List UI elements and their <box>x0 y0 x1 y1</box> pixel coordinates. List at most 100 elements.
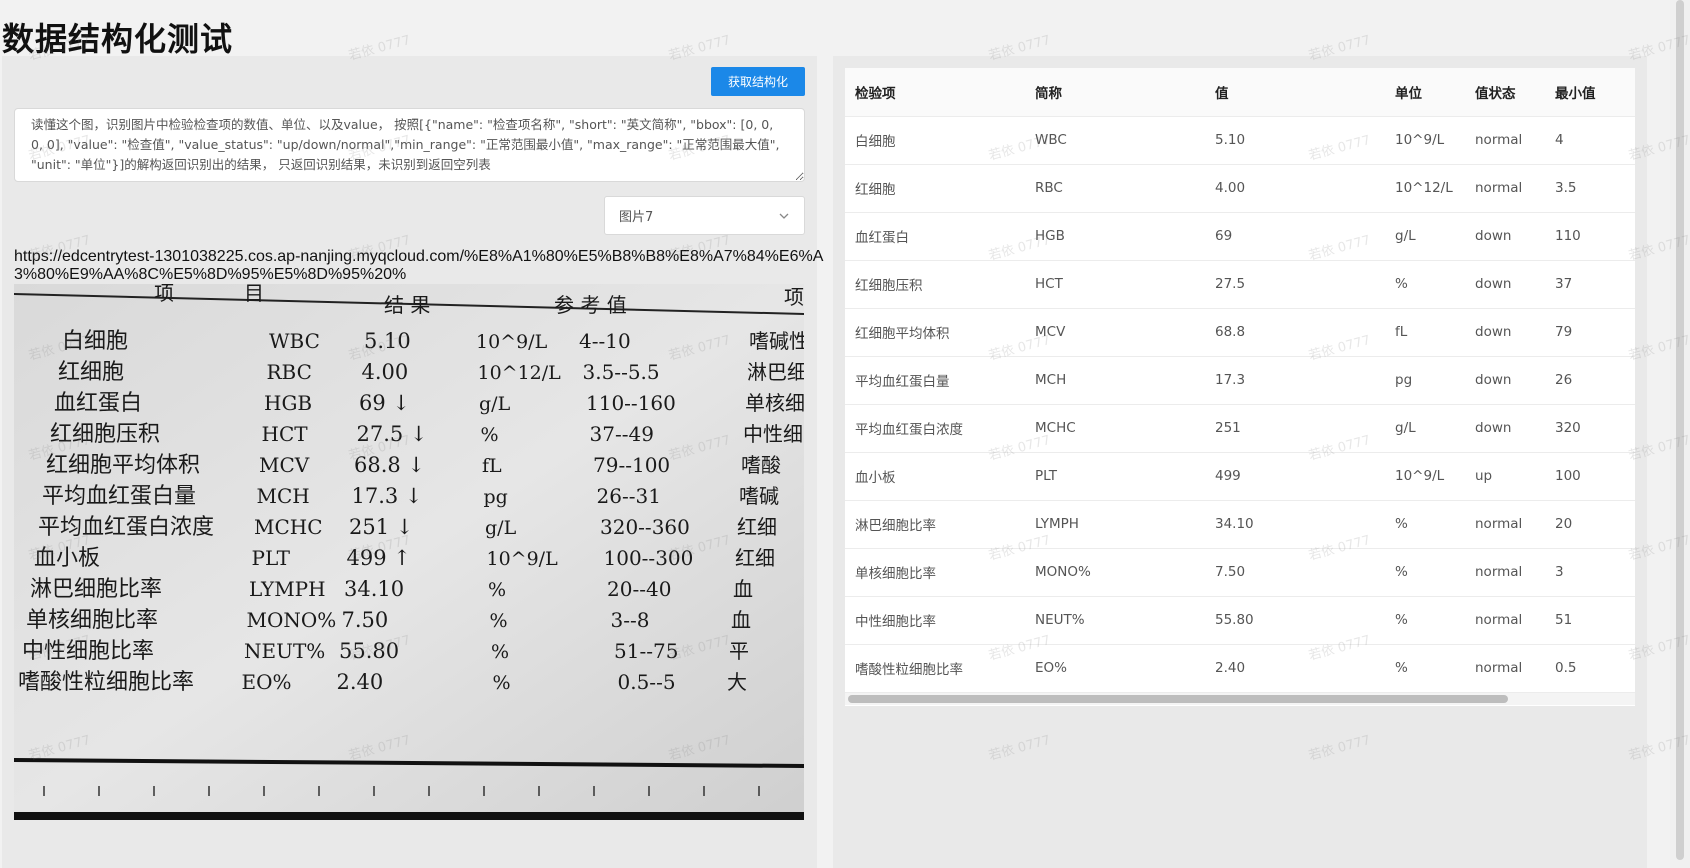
report-item-range: 26--31 <box>597 484 661 508</box>
table-cell: 红细胞 <box>845 164 1025 213</box>
table-cell: down <box>1465 308 1545 357</box>
image-select[interactable]: 图片7 <box>604 196 805 235</box>
report-item-range: 110--160 <box>586 391 676 415</box>
report-item-name: 血红蛋白 <box>54 391 142 416</box>
report-item-range: 20--40 <box>607 577 671 601</box>
report-item-right-col: 平 <box>729 639 749 663</box>
report-item-range: 320--360 <box>600 515 690 539</box>
report-item-name: 白细胞 <box>62 329 128 354</box>
fetch-structure-button[interactable]: 获取结构化 <box>711 67 805 96</box>
report-header: 目 <box>244 284 264 305</box>
table-row: 血红蛋白 HGB 69 g/L down 110 <box>845 212 1635 261</box>
table-cell: 26 <box>1545 356 1635 405</box>
report-item-range: 79--100 <box>593 453 670 477</box>
report-header: 参 考 值 <box>554 293 627 317</box>
report-item-right-col: 嗜碱 <box>739 484 779 508</box>
table-cell: LYMPH <box>1025 500 1205 549</box>
table-cell: 嗜酸性粒细胞比率 <box>845 644 1025 693</box>
table-header-cell: 单位 <box>1385 68 1465 117</box>
table-cell: normal <box>1465 116 1545 165</box>
table-cell: 320 <box>1545 404 1635 453</box>
report-item-unit: g/L <box>479 393 511 415</box>
report-item-value: 55.80 <box>339 639 399 663</box>
table-row: 白细胞 WBC 5.10 10^9/L normal 4 <box>845 116 1635 165</box>
report-header: 项 <box>784 285 804 309</box>
table-cell: normal <box>1465 164 1545 213</box>
table-cell: NEUT% <box>1025 596 1205 645</box>
table-cell: MCH <box>1025 356 1205 405</box>
result-table-container: 检验项 简称值单位 值状态 最小值 白细胞 WBC 5.10 10^9/L normal 4 红细… <box>845 68 1635 706</box>
table-cell: 27.5 <box>1205 260 1385 309</box>
image-select-value: 图片7 <box>619 210 654 225</box>
table-header-cell: 检验项 <box>845 68 1025 117</box>
report-item-range: 3--8 <box>611 608 650 632</box>
table-cell: 51 <box>1545 596 1635 645</box>
table-row: 血小板 PLT 499 10^9/L up 100 <box>845 452 1635 501</box>
table-cell: 平均血红蛋白浓度 <box>845 404 1025 453</box>
horizontal-scrollbar-thumb[interactable] <box>848 695 1508 703</box>
table-header-cell: 值 <box>1205 68 1385 117</box>
image-url-text: https://edcentrytest-1301038225.cos.ap-n… <box>14 248 824 283</box>
report-item-name: 淋巴细胞比率 <box>30 577 162 602</box>
table-cell: 69 <box>1205 212 1385 261</box>
report-item-short: LYMPH <box>249 577 326 601</box>
report-item-unit: 10^9/L <box>487 548 559 570</box>
report-item-name: 平均血红蛋白量 <box>42 484 196 509</box>
report-item-value: 251 ↓ <box>349 515 413 539</box>
report-item-range: 100--300 <box>604 546 694 570</box>
page-title: 数据结构化测试 <box>2 20 234 58</box>
report-item-right-col: 红细 <box>737 515 777 539</box>
prompt-textarea[interactable] <box>14 108 805 182</box>
table-row: 平均血红蛋白浓度 MCHC 251 g/L down 320 <box>845 404 1635 453</box>
report-item-value: 68.8 ↓ <box>354 453 425 477</box>
table-cell: EO% <box>1025 644 1205 693</box>
table-cell: normal <box>1465 500 1545 549</box>
report-item-value: 5.10 <box>364 329 411 353</box>
table-row: 嗜酸性粒细胞比率 EO% 2.40% normal 0.5 <box>845 644 1635 693</box>
report-item-name: 红细胞压积 <box>50 422 160 447</box>
report-item-name: 平均血红蛋白浓度 <box>38 515 214 540</box>
report-item-unit: fL <box>482 455 502 477</box>
report-item-name: 血小板 <box>34 546 100 571</box>
vertical-scrollbar[interactable] <box>1670 0 1690 868</box>
table-cell: normal <box>1465 644 1545 693</box>
table-cell: 110 <box>1545 212 1635 261</box>
table-cell: 20 <box>1545 500 1635 549</box>
table-cell: MONO% <box>1025 548 1205 597</box>
table-cell: 34.10 <box>1205 500 1385 549</box>
vertical-scrollbar-thumb[interactable] <box>1676 0 1684 860</box>
report-item-right-col: 大 <box>727 670 747 694</box>
table-cell: 红细胞平均体积 <box>845 308 1025 357</box>
report-item-short: PLT <box>252 546 291 570</box>
table-cell: g/L <box>1385 212 1465 261</box>
table-row: 平均血红蛋白量 MCH 17.3 pg down 26 <box>845 356 1635 405</box>
report-item-name: 红细胞平均体积 <box>46 453 200 478</box>
report-item-value: 7.50 <box>342 608 389 632</box>
table-row: 淋巴细胞比率 LYMPH 34.10% normal 20 <box>845 500 1635 549</box>
table-cell: down <box>1465 260 1545 309</box>
result-table: 检验项 简称值单位 值状态 最小值 白细胞 WBC 5.10 10^9/L normal 4 红细… <box>845 68 1635 693</box>
table-cell: % <box>1385 596 1465 645</box>
table-header-row: 检验项 简称值单位 值状态 最小值 <box>845 68 1635 117</box>
report-item-right-col: 嗜碱性 <box>749 329 804 353</box>
table-cell: 7.50 <box>1205 548 1385 597</box>
table-cell: 白细胞 <box>845 116 1025 165</box>
report-item-unit: % <box>481 424 499 446</box>
report-item-unit: 10^9/L <box>476 331 548 353</box>
table-cell: 10^9/L <box>1385 116 1465 165</box>
report-item-short: HCT <box>262 422 309 446</box>
table-cell: 4 <box>1545 116 1635 165</box>
table-cell: 499 <box>1205 452 1385 501</box>
table-cell: 中性细胞比率 <box>845 596 1025 645</box>
table-cell: 10^12/L <box>1385 164 1465 213</box>
report-item-right-col: 单核细 <box>745 391 804 415</box>
lab-report-image: 项 目 结 果 参 考 值 项 白细胞 WBC 5.10 10^9/L 4--10 嗜碱性 红细胞 R… <box>14 284 804 820</box>
report-item-short: RBC <box>267 360 312 384</box>
table-cell: 55.80 <box>1205 596 1385 645</box>
table-cell: fL <box>1385 308 1465 357</box>
table-cell: up <box>1465 452 1545 501</box>
horizontal-scrollbar[interactable] <box>845 693 1635 705</box>
report-item-right-col: 中性细 <box>743 422 803 446</box>
table-cell: down <box>1465 212 1545 261</box>
report-item-value: 4.00 <box>362 360 409 384</box>
